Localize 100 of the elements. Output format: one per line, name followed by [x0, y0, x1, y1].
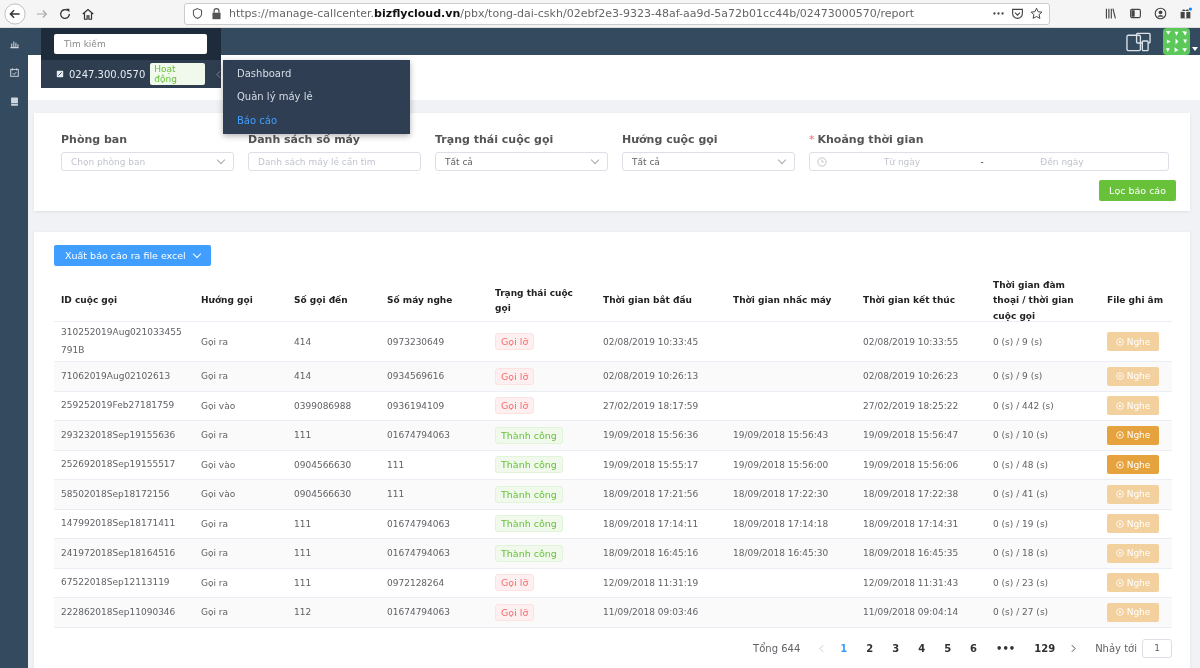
required-mark: * — [809, 133, 815, 146]
jump-field[interactable]: 1 — [1142, 638, 1172, 658]
gift-icon[interactable] — [1179, 7, 1192, 20]
sidebar-icon[interactable] — [1129, 7, 1142, 20]
page-link[interactable]: 4 — [915, 642, 929, 654]
direction-select[interactable]: Tất cả — [622, 152, 795, 171]
column-header: Trạng thái cuộc gọi — [488, 281, 596, 322]
table-cell: 18/09/2018 17:22:30 — [733, 489, 829, 500]
lock-icon — [210, 7, 223, 20]
table-cell-text: 58502018Sep18172156 — [61, 487, 170, 501]
page-link[interactable]: ••• — [993, 642, 1019, 654]
play-icon — [1115, 372, 1124, 381]
next-page-icon[interactable] — [1071, 643, 1077, 653]
total-count: Tổng 644 — [753, 642, 801, 654]
page-link[interactable]: 6 — [967, 642, 981, 654]
status-tag: Thành công — [495, 456, 563, 474]
pocket-icon[interactable] — [1011, 7, 1024, 20]
table-cell: 27/02/2019 18:17:59 — [603, 400, 699, 411]
table-cell: 0936194109 — [387, 400, 445, 411]
table-cell: Gọi ra — [201, 607, 229, 618]
table-cell: 111 — [387, 489, 405, 500]
play-icon — [1115, 431, 1124, 440]
calendar-check-icon[interactable] — [8, 67, 20, 78]
table-cell: 02/08/2019 10:33:45 — [603, 336, 699, 347]
status-tag: Thành công — [495, 515, 563, 533]
table-cell: 0973230649 — [387, 336, 445, 347]
account-icon[interactable] — [1154, 7, 1167, 20]
clock-icon — [817, 156, 827, 167]
table-cell: 11/09/2018 09:03:46 — [603, 607, 699, 618]
table-cell: 01674794063 — [387, 548, 450, 559]
table-cell: 18/09/2018 17:14:18 — [733, 518, 829, 529]
status-select[interactable]: Tất cả — [435, 152, 608, 171]
table-cell-text: 71062019Aug02102613 — [61, 369, 171, 383]
star-icon[interactable] — [1030, 7, 1043, 20]
play-button[interactable]: Nghe — [1107, 425, 1159, 445]
table-cell: 0972128264 — [387, 577, 445, 588]
page-link[interactable]: 3 — [889, 642, 903, 654]
status-tag: Hoạt động — [150, 63, 205, 85]
table-cell: 0934569616 — [387, 371, 445, 382]
search-field[interactable]: Tìm kiếm — [54, 34, 207, 54]
table-cell-text: 252692018Sep19155517 — [61, 458, 176, 472]
table-cell: 18/09/2018 17:14:31 — [863, 518, 959, 529]
table-cell: Gọi vào — [201, 489, 236, 500]
filter-button[interactable]: Lọc báo cáo — [1099, 180, 1176, 201]
devices-icon[interactable] — [1126, 31, 1151, 52]
table-cell: 0 (s) / 9 (s) — [993, 371, 1043, 382]
shield-icon — [191, 7, 204, 20]
table-cell: 18/09/2018 17:14:11 — [603, 518, 699, 529]
address-bar[interactable]: https://manage-callcenter.bizflycloud.vn/pbx/tong-dai-cskh/02ebf2e3-9323-48af-aa9d-5a72b01cc44b/02473000570/report — [184, 2, 1050, 25]
play-icon — [1115, 519, 1124, 528]
table-cell: 19/09/2018 15:56:43 — [733, 430, 829, 441]
page-link[interactable]: 129 — [1031, 642, 1059, 654]
column-header: Thời gian nhấc máy — [726, 281, 856, 322]
status-tag: Gọi lỡ — [495, 367, 535, 385]
column-header: Số gọi đến — [287, 281, 380, 322]
column-header: Thời gian kết thúc — [856, 281, 986, 322]
table-cell-text: 259252019Feb27181759 — [61, 399, 175, 413]
table-cell-text: 147992018Sep18171411 — [61, 517, 176, 531]
phone-book-icon — [56, 70, 64, 78]
page-link[interactable]: 5 — [941, 642, 955, 654]
table-cell: 01674794063 — [387, 518, 450, 529]
menu-item[interactable]: Báo cáo — [223, 114, 410, 126]
play-button[interactable]: Nghe — [1107, 455, 1159, 475]
table-cell: Gọi vào — [201, 459, 236, 470]
page-link[interactable]: 2 — [863, 642, 877, 654]
table-cell: 0 (s) / 23 (s) — [993, 577, 1049, 588]
caret-icon[interactable] — [1192, 46, 1198, 51]
status-tag: Gọi lỡ — [495, 574, 535, 592]
field-label: Danh sách số máy — [248, 133, 361, 146]
menu-item[interactable]: Dashboard — [223, 68, 410, 80]
menu-item[interactable]: Quản lý máy lẻ — [223, 91, 410, 103]
back-icon[interactable] — [4, 2, 26, 25]
table-cell: 0 (s) / 48 (s) — [993, 459, 1049, 470]
play-icon — [1115, 460, 1124, 469]
home-icon[interactable] — [81, 6, 95, 21]
table-cell: 18/09/2018 16:45:16 — [603, 548, 699, 559]
export-button[interactable]: Xuất báo cáo ra file excel — [54, 245, 211, 266]
play-icon — [1115, 337, 1124, 346]
chart-icon[interactable] — [8, 38, 20, 49]
table-cell: 0 (s) / 27 (s) — [993, 607, 1049, 618]
table-cell: 0904566630 — [294, 459, 352, 470]
table-cell: 18/09/2018 16:45:35 — [863, 548, 959, 559]
library-icon[interactable] — [1104, 7, 1117, 20]
table-cell: 01674794063 — [387, 607, 450, 618]
table-cell: 02/08/2019 10:26:13 — [603, 371, 699, 382]
play-icon — [1115, 401, 1124, 410]
table-cell: 414 — [294, 336, 312, 347]
table-cell: 11/09/2018 09:04:14 — [863, 607, 959, 618]
field-label: Hướng cuộc gọi — [622, 133, 719, 146]
table-cell: Gọi ra — [201, 518, 229, 529]
table-cell-text: 310252019Aug021033455791B — [61, 326, 183, 357]
table-cell: 0 (s) / 19 (s) — [993, 518, 1049, 529]
reload-icon[interactable] — [58, 6, 72, 21]
date-range-field[interactable]: Từ ngày - Đến ngày — [809, 152, 1169, 171]
book-icon[interactable] — [8, 96, 20, 107]
page-link[interactable]: 1 — [837, 642, 851, 654]
table-cell: 0 (s) / 18 (s) — [993, 548, 1049, 559]
table-cell: 19/09/2018 15:55:17 — [603, 459, 699, 470]
column-header: ID cuộc gọi — [54, 281, 194, 322]
table-cell-text: 67522018Sep12113119 — [61, 576, 170, 590]
